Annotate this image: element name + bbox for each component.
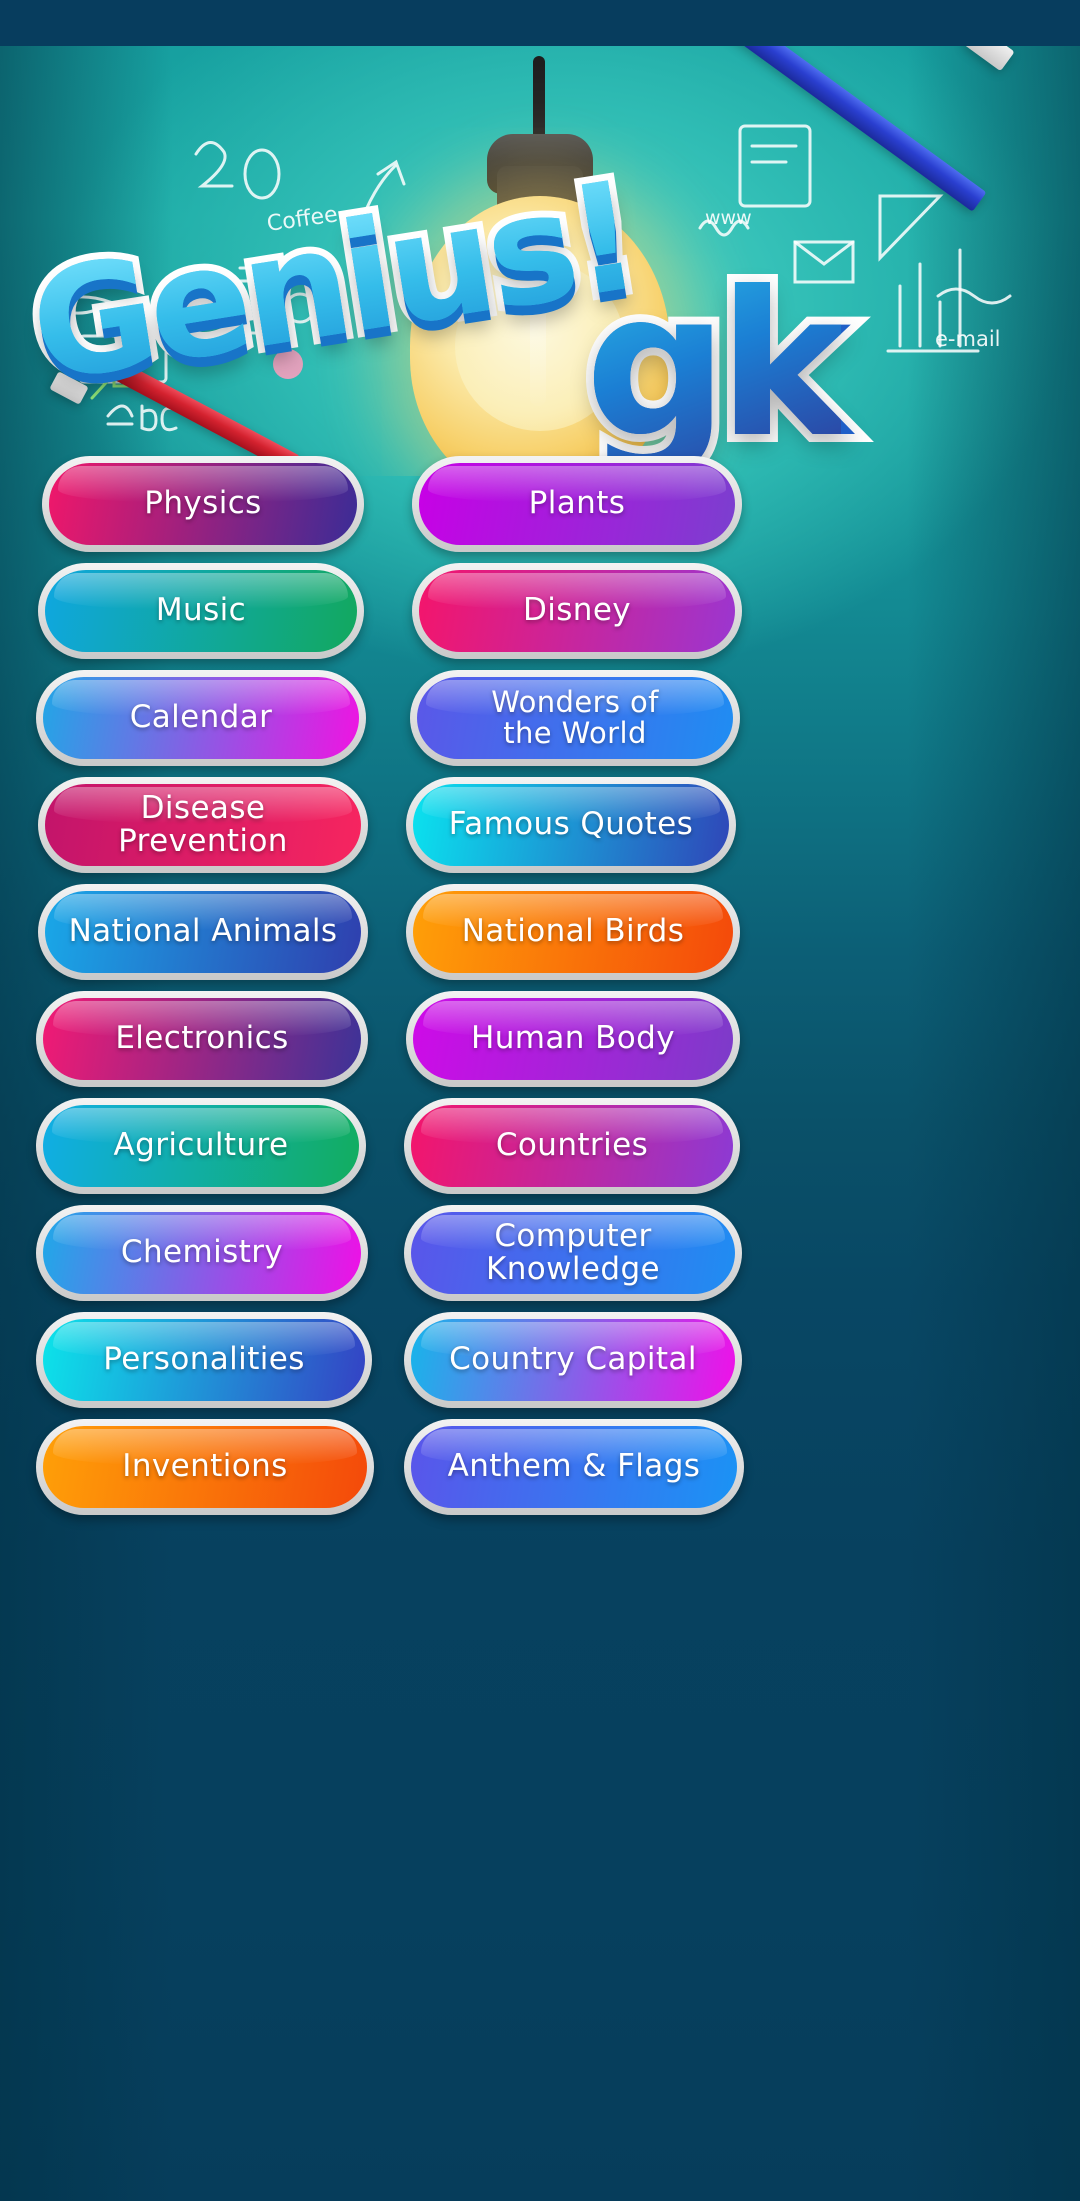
category-button-label: Electronics (115, 1020, 289, 1057)
category-button-label: Calendar (129, 699, 273, 736)
category-button-surface: Agriculture (43, 1105, 359, 1187)
category-button-label: Inventions (122, 1448, 288, 1485)
category-button-physics[interactable]: Physics (42, 456, 364, 552)
category-button-surface: Inventions (43, 1426, 367, 1508)
category-button-chemistry[interactable]: Chemistry (36, 1205, 368, 1301)
category-button-label: National Animals (68, 913, 338, 950)
hero-artwork: Coffee www e-mail Genius! Genius! gk gk (0, 46, 1080, 476)
category-button-surface: Famous Quotes (413, 784, 729, 866)
category-menu: Physics Plants Music Disney Calendar Wonders … (0, 452, 1080, 1522)
status-bar (0, 0, 1080, 46)
category-button-surface: Wonders of the World (417, 677, 733, 759)
category-row: National Animals National Birds (0, 880, 1080, 987)
category-button-personalities[interactable]: Personalities (36, 1312, 372, 1408)
category-button-wonders-of-the-world[interactable]: Wonders of the World (410, 670, 740, 766)
app-root: Coffee www e-mail Genius! Genius! gk gk … (0, 0, 1080, 2201)
category-row: Inventions Anthem & Flags (0, 1415, 1080, 1522)
category-row: Calendar Wonders of the World (0, 666, 1080, 773)
category-button-label: Plants (528, 485, 626, 522)
category-button-music[interactable]: Music (38, 563, 364, 659)
doodle-text-www: www (705, 207, 752, 229)
category-button-plants[interactable]: Plants (412, 456, 742, 552)
doodle-text-email: e-mail (935, 327, 1001, 351)
category-button-surface: Personalities (43, 1319, 365, 1401)
category-row: Electronics Human Body (0, 987, 1080, 1094)
category-button-label: Computer Knowledge (485, 1217, 660, 1287)
category-button-surface: Disease Prevention (45, 784, 361, 866)
category-button-surface: Physics (49, 463, 357, 545)
category-button-surface: Chemistry (43, 1212, 361, 1294)
category-button-computer-knowledge[interactable]: Computer Knowledge (404, 1205, 742, 1301)
category-button-surface: Plants (419, 463, 735, 545)
category-row: Agriculture Countries (0, 1094, 1080, 1201)
category-button-electronics[interactable]: Electronics (36, 991, 368, 1087)
category-row: Music Disney (0, 559, 1080, 666)
category-button-label: Country Capital (449, 1341, 697, 1378)
category-button-label: Chemistry (120, 1234, 284, 1271)
category-button-label: Wonders of the World (491, 684, 659, 750)
category-button-label: Human Body (471, 1020, 675, 1057)
category-button-surface: Computer Knowledge (411, 1212, 735, 1294)
category-button-surface: Country Capital (411, 1319, 735, 1401)
category-button-label: Famous Quotes (448, 806, 694, 843)
category-button-human-body[interactable]: Human Body (406, 991, 740, 1087)
category-button-surface: Anthem & Flags (411, 1426, 737, 1508)
category-button-label: Disease Prevention (118, 789, 288, 859)
category-button-famous-quotes[interactable]: Famous Quotes (406, 777, 736, 873)
category-button-country-capital[interactable]: Country Capital (404, 1312, 742, 1408)
category-row: Personalities Country Capital (0, 1308, 1080, 1415)
category-button-surface: National Birds (413, 891, 733, 973)
category-button-national-birds[interactable]: National Birds (406, 884, 740, 980)
category-button-surface: National Animals (45, 891, 361, 973)
category-row: Chemistry Computer Knowledge (0, 1201, 1080, 1308)
category-button-agriculture[interactable]: Agriculture (36, 1098, 366, 1194)
logo-genius: Genius! Genius! (13, 143, 670, 456)
category-button-surface: Music (45, 570, 357, 652)
category-button-label: National Birds (461, 913, 685, 950)
category-button-anthem-flags[interactable]: Anthem & Flags (404, 1419, 744, 1515)
logo-gk-fill: gk (585, 249, 851, 476)
category-button-disney[interactable]: Disney (412, 563, 742, 659)
category-button-surface: Countries (411, 1105, 733, 1187)
category-button-surface: Electronics (43, 998, 361, 1080)
category-button-label: Agriculture (113, 1127, 289, 1164)
category-button-label: Physics (144, 485, 262, 522)
category-button-surface: Calendar (43, 677, 359, 759)
category-button-disease-prevention[interactable]: Disease Prevention (38, 777, 368, 873)
category-button-countries[interactable]: Countries (404, 1098, 740, 1194)
category-button-surface: Disney (419, 570, 735, 652)
category-row: Physics Plants (0, 452, 1080, 559)
category-button-calendar[interactable]: Calendar (36, 670, 366, 766)
category-button-inventions[interactable]: Inventions (36, 1419, 374, 1515)
category-button-label: Personalities (103, 1341, 305, 1378)
category-button-label: Disney (522, 592, 632, 629)
category-button-label: Music (155, 592, 247, 629)
category-button-surface: Human Body (413, 998, 733, 1080)
category-button-label: Countries (495, 1127, 649, 1164)
category-button-national-animals[interactable]: National Animals (38, 884, 368, 980)
category-row: Disease Prevention Famous Quotes (0, 773, 1080, 880)
category-button-label: Anthem & Flags (447, 1448, 701, 1485)
